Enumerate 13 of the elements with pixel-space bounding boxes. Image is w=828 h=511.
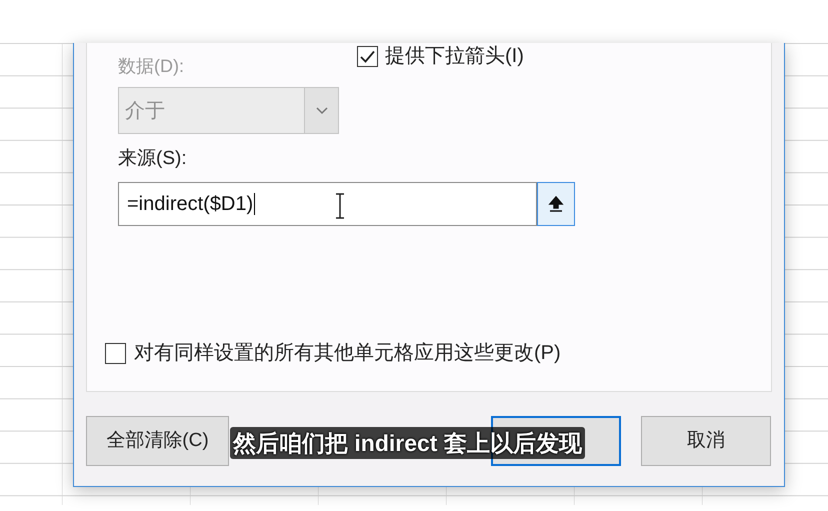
cancel-button[interactable]: 取消 — [641, 416, 771, 466]
chevron-down-icon — [316, 106, 328, 114]
apply-to-all-checkbox[interactable]: 对有同样设置的所有其他单元格应用这些更改(P) — [105, 342, 753, 364]
subtitle: 然后咱们把 indirect 套上以后发现 — [230, 427, 585, 459]
data-label: 数据(D): — [118, 55, 185, 77]
source-label: 来源(S): — [118, 148, 187, 169]
collapse-dialog-button[interactable] — [537, 182, 575, 226]
dropdown-arrow-checkbox[interactable]: 提供下拉箭头(I) — [357, 45, 524, 67]
text-caret — [254, 193, 256, 215]
up-arrow-icon — [548, 196, 564, 212]
text-cursor-icon — [335, 193, 345, 219]
source-input[interactable]: =indirect($D1) — [118, 182, 537, 226]
clear-all-button[interactable]: 全部清除(C) — [86, 416, 229, 466]
